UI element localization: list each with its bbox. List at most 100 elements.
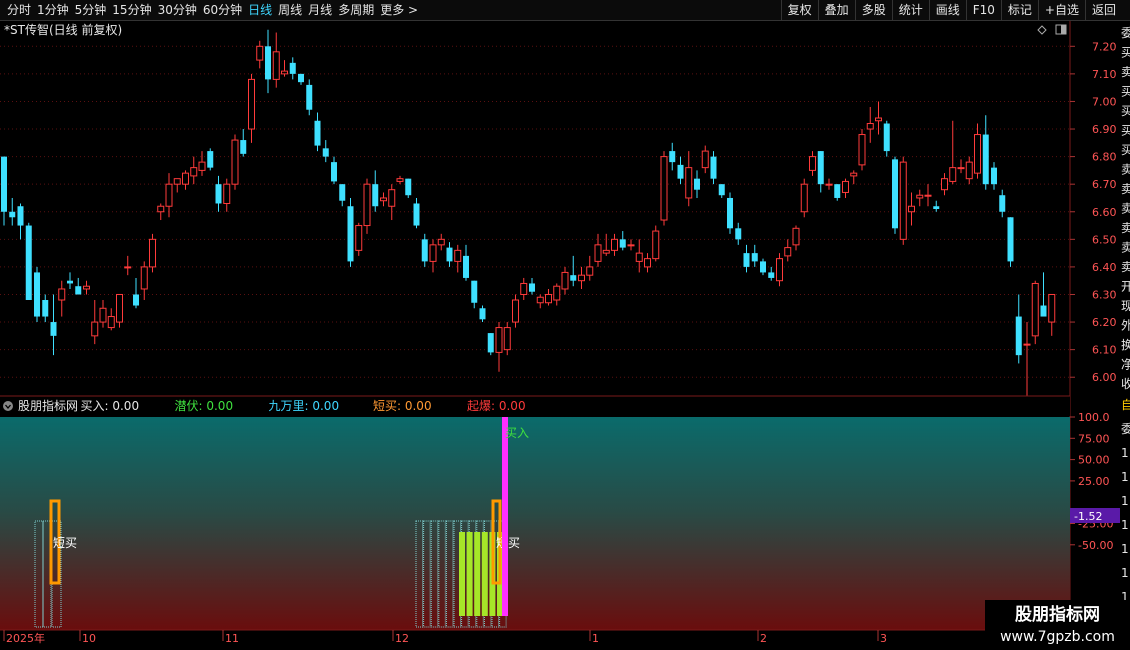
indicator-tick-label: 50.00: [1078, 454, 1110, 467]
candle-body-up: [652, 230, 660, 260]
watermark: 股朋指标网 www.7gpzb.com: [985, 600, 1130, 650]
candle-body-down: [50, 322, 57, 336]
candle-body-down: [694, 178, 700, 190]
candle-body-down: [463, 255, 469, 278]
candle-body-up: [363, 183, 371, 227]
tab-9[interactable]: 多周期: [335, 0, 377, 20]
candle-body-up: [91, 321, 99, 337]
candle-body-up: [140, 266, 148, 290]
candle-body-up: [83, 285, 90, 290]
candle-body-down: [322, 148, 329, 157]
candle-body-down: [710, 156, 717, 179]
tab-1[interactable]: 1分钟: [34, 0, 72, 20]
candle-body-up: [116, 293, 123, 323]
tab-3[interactable]: 15分钟: [109, 0, 154, 20]
tool-buttons: 复权 叠加 多股 统计 画线 F10 标记 +自选 返回: [780, 0, 1122, 20]
tab-5[interactable]: 60分钟: [200, 0, 245, 20]
candle-body-down: [133, 294, 139, 306]
candle-body-up: [685, 167, 693, 199]
tab-4[interactable]: 30分钟: [155, 0, 200, 20]
candle-body-up: [182, 172, 189, 185]
candle-body-up: [396, 178, 404, 182]
candle-body-up: [536, 296, 544, 304]
legend-item-1: 买入: 0.00: [81, 399, 140, 413]
candle-body-up: [578, 274, 585, 282]
green-bar: [459, 532, 465, 616]
candle-body-up: [941, 178, 948, 191]
tab-8[interactable]: 月线: [305, 0, 335, 20]
quote-strip-label: 卖: [1121, 241, 1130, 255]
candle-body-down: [718, 184, 725, 196]
short-buy-label: 短买: [496, 536, 520, 550]
date-axis: 2025年 10 11 12 1 2 3: [3, 630, 887, 645]
tool-button-8[interactable]: 返回: [1084, 0, 1122, 20]
date-tick-label: 1: [592, 632, 599, 645]
tab-7[interactable]: 周线: [275, 0, 305, 20]
tool-button-6[interactable]: 标记: [1000, 0, 1038, 20]
price-tick-label: 7.10: [1092, 68, 1117, 81]
candle-body-down: [1007, 217, 1014, 262]
tab-2[interactable]: 5分钟: [72, 0, 110, 20]
candle-body-down: [405, 178, 412, 196]
candle-body-down: [991, 167, 997, 185]
candle-body-up: [355, 225, 363, 251]
quote-strip-label: 卖: [1121, 260, 1130, 274]
candle-body-down: [834, 184, 841, 198]
candle-body-down: [471, 280, 478, 303]
indicator-panel: [0, 417, 1070, 630]
quote-strip-label: 1: [1121, 566, 1129, 580]
quote-strip-label: 买: [1121, 85, 1130, 99]
quote-strip-label: 卖: [1121, 182, 1130, 196]
period-toolbar: 分时 1分钟 5分钟 15分钟 30分钟 60分钟 日线 周线 月线 多周期 更多 > 复权 叠加 多股…: [0, 0, 1130, 21]
candle-body-up: [561, 271, 569, 290]
candle-body-down: [67, 280, 73, 284]
tool-button-7[interactable]: +自选: [1037, 0, 1085, 20]
candle-body-down: [9, 211, 16, 218]
tool-button-2[interactable]: 多股: [854, 0, 892, 20]
quote-strip-label: 换: [1121, 338, 1130, 352]
candle-body-down: [339, 184, 346, 201]
date-tick-label: 2025年: [6, 631, 45, 645]
green-bar: [474, 532, 481, 616]
tab-10[interactable]: 更多 >: [377, 0, 421, 20]
tool-button-4[interactable]: 画线: [928, 0, 966, 20]
short-buy-label: 短买: [53, 536, 77, 550]
candle-body-up: [190, 167, 198, 177]
quote-strip-label: 买: [1121, 104, 1130, 118]
candle-body-up: [1031, 282, 1039, 337]
candle-body-down: [421, 239, 428, 262]
candle-body-down: [331, 162, 337, 182]
candle-body-down: [215, 184, 222, 204]
legend-item-4: 短买: 0.00: [373, 399, 432, 413]
tool-button-1[interactable]: 叠加: [817, 0, 855, 20]
candle-body-down: [760, 261, 766, 273]
collapse-indicator-icon[interactable]: [3, 401, 13, 411]
candle-body-up: [223, 183, 231, 204]
candle-body-down: [289, 62, 296, 74]
tab-0[interactable]: 分时: [4, 0, 34, 20]
tool-button-5[interactable]: F10: [965, 0, 1001, 20]
candle-body-down: [487, 333, 494, 353]
candle-body-up: [924, 194, 932, 197]
date-tick-label: 11: [225, 632, 239, 645]
price-tick-label: 6.60: [1092, 206, 1117, 219]
candle-body-up: [553, 285, 561, 301]
tool-button-0[interactable]: 复权: [780, 0, 818, 20]
watermark-title: 股朋指标网: [1015, 605, 1100, 625]
legend-item-2: 潜伏: 0.00: [175, 399, 234, 413]
tab-6[interactable]: 日线: [245, 0, 275, 20]
candle-body-down: [735, 228, 742, 240]
green-bar: [466, 532, 473, 616]
candle-body-up: [256, 45, 264, 61]
tool-button-3[interactable]: 统计: [891, 0, 929, 20]
candle-body-up: [437, 238, 445, 246]
candle-body-up: [388, 189, 396, 207]
price-tick-label: 6.50: [1092, 233, 1117, 246]
candle-body-down: [207, 151, 214, 168]
candle-body-up: [644, 258, 651, 268]
candle-body-down: [1, 156, 7, 212]
indicator-tick-label: 75.00: [1078, 432, 1110, 445]
current-value: -1.52: [1074, 510, 1102, 523]
price-tick-label: 6.30: [1092, 288, 1117, 301]
candle-body-down: [34, 272, 40, 317]
